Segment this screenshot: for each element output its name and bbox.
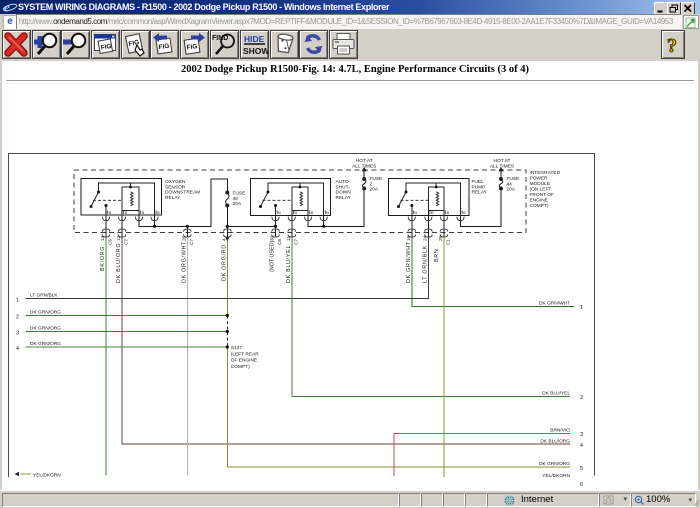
svg-text:DK ORG/RD: DK ORG/RD (222, 244, 228, 281)
svg-text:DK GRN/WHT: DK GRN/WHT (406, 241, 412, 283)
svg-text:DK GRN/ORG: DK GRN/ORG (30, 341, 61, 347)
svg-text:24: 24 (422, 235, 427, 241)
svg-text:3: 3 (16, 331, 19, 337)
svg-text:B: B (157, 210, 160, 215)
svg-text:ALL TIMES: ALL TIMES (490, 164, 514, 170)
svg-text:FUSE: FUSE (370, 176, 383, 182)
svg-text:30: 30 (270, 235, 275, 241)
svg-text:16: 16 (406, 235, 411, 241)
svg-text:POWER: POWER (530, 176, 549, 182)
svg-text:2: 2 (580, 395, 583, 401)
svg-text:C6: C6 (277, 239, 282, 245)
svg-text:49: 49 (233, 196, 239, 202)
svg-text:BK/ORG: BK/ORG (100, 246, 106, 271)
svg-text:OXYGEN: OXYGEN (165, 179, 186, 185)
svg-text:C7: C7 (293, 239, 298, 245)
svg-text:FRONT OF: FRONT OF (530, 192, 554, 198)
svg-text:13: 13 (100, 235, 105, 241)
svg-text:44: 44 (507, 181, 513, 187)
svg-text:B: B (278, 210, 281, 215)
svg-text:11: 11 (286, 236, 291, 241)
svg-text:DK GRN/WHT: DK GRN/WHT (539, 301, 570, 307)
svg-text:DK BLU/YEL: DK BLU/YEL (542, 391, 570, 397)
svg-text:C6: C6 (108, 239, 113, 245)
svg-text:C7: C7 (124, 239, 129, 245)
svg-text:PUMP: PUMP (472, 184, 486, 190)
svg-text:DK GRN/ORG: DK GRN/ORG (30, 310, 61, 316)
svg-text:B: B (326, 210, 329, 215)
svg-text:B: B (414, 210, 417, 215)
svg-text:FUSE: FUSE (507, 176, 520, 182)
svg-text:HOT AT: HOT AT (494, 158, 511, 164)
svg-text:2: 2 (370, 181, 373, 187)
svg-text:DK BLU/YEL: DK BLU/YEL (286, 245, 292, 283)
svg-text:DK GRN/ORG: DK GRN/ORG (539, 461, 570, 467)
svg-text:YEL/DKGRN: YEL/DKGRN (542, 473, 570, 479)
svg-text:3: 3 (580, 432, 583, 438)
svg-text:DK GRN/ORG: DK GRN/ORG (30, 326, 61, 332)
svg-text:26: 26 (181, 235, 186, 241)
svg-text:4: 4 (221, 238, 226, 241)
svg-text:DOWN: DOWN (336, 190, 352, 196)
svg-text:B: B (311, 210, 314, 215)
svg-text:(LEFT REAR: (LEFT REAR (231, 351, 259, 357)
svg-text:YEL/DKGRN: YEL/DKGRN (33, 473, 61, 479)
svg-text:S137: S137 (231, 345, 243, 351)
svg-text:ALL TIMES: ALL TIMES (352, 164, 376, 170)
svg-text:20A: 20A (233, 201, 242, 207)
svg-text:DK ORG/WHT: DK ORG/WHT (182, 241, 188, 283)
svg-text:1: 1 (16, 298, 19, 304)
svg-text:B: B (294, 210, 297, 215)
svg-text:AUTO: AUTO (336, 179, 350, 185)
svg-text:20A: 20A (507, 187, 516, 193)
svg-text:FUSE: FUSE (233, 191, 246, 197)
svg-text:B: B (431, 210, 434, 215)
svg-text:MODULE: MODULE (530, 181, 551, 187)
svg-text:B: B (142, 210, 145, 215)
svg-text:COMPT): COMPT) (231, 364, 250, 370)
svg-text:BRN: BRN (434, 249, 440, 262)
svg-text:INTEGRATED: INTEGRATED (530, 170, 561, 176)
svg-text:LT GRN/BLK: LT GRN/BLK (423, 245, 429, 283)
svg-text:RELAY: RELAY (165, 195, 181, 201)
svg-text:B: B (463, 210, 466, 215)
svg-text:ENGINE: ENGINE (530, 198, 548, 204)
svg-text:C7: C7 (189, 239, 194, 245)
svg-text:LT GRN/BLK: LT GRN/BLK (30, 293, 58, 299)
svg-text:OF ENGINE: OF ENGINE (231, 358, 257, 364)
svg-text:DK BLU/ORG: DK BLU/ORG (116, 243, 122, 283)
svg-text:B: B (447, 210, 450, 215)
svg-text:RELAY: RELAY (472, 190, 488, 196)
svg-text:12: 12 (116, 235, 121, 241)
svg-text:4: 4 (16, 346, 19, 352)
svg-text:DK BLU/ORG: DK BLU/ORG (540, 439, 570, 445)
svg-text:(ON LEFT: (ON LEFT (530, 187, 552, 193)
svg-text:C1: C1 (446, 239, 451, 245)
svg-text:BRN/VIO: BRN/VIO (550, 428, 570, 434)
svg-text:20A: 20A (370, 187, 379, 193)
svg-text:(NOT USED): (NOT USED) (270, 240, 276, 272)
svg-text:26: 26 (438, 235, 443, 241)
svg-text:2: 2 (16, 315, 19, 321)
svg-text:FUEL: FUEL (472, 179, 485, 185)
svg-text:COMPT): COMPT) (530, 203, 549, 209)
svg-text:SENSOR: SENSOR (165, 184, 186, 190)
svg-text:6: 6 (580, 482, 583, 488)
svg-text:DOWNSTREAM: DOWNSTREAM (165, 190, 200, 196)
svg-text:B: B (125, 210, 128, 215)
svg-text:1: 1 (580, 305, 583, 311)
svg-text:4: 4 (580, 443, 583, 449)
svg-text:5: 5 (580, 466, 583, 472)
svg-text:RELAY: RELAY (336, 195, 352, 201)
svg-text:HOT AT: HOT AT (356, 158, 373, 164)
svg-text:B: B (109, 210, 112, 215)
svg-text:SHUT-: SHUT- (336, 184, 351, 190)
